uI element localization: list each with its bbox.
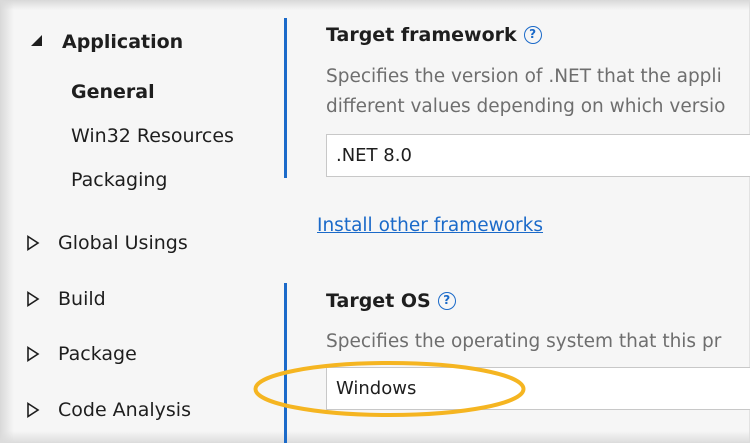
target-os-dropdown[interactable]: Windows [326, 367, 750, 410]
sidebar-item-code-analysis[interactable]: Code Analysis [26, 398, 191, 422]
collapsed-triangle-icon[interactable] [26, 344, 46, 364]
target-framework-description-line2: different values depending on which vers… [326, 96, 726, 117]
install-other-frameworks-link[interactable]: Install other frameworks [317, 214, 543, 238]
help-icon[interactable]: ? [437, 292, 456, 310]
target-os-title: Target OS ? [326, 289, 456, 313]
sidebar-item-general[interactable]: General [71, 80, 155, 104]
sidebar-item-label: Build [58, 288, 106, 310]
collapsed-triangle-icon[interactable] [26, 400, 46, 420]
target-framework-description-line1: Specifies the version of .NET that the a… [326, 66, 722, 87]
sidebar-item-label: Application [62, 31, 184, 53]
section-title-text: Target framework [326, 24, 517, 46]
sidebar-item-label: General [71, 81, 155, 103]
sidebar-item-global-usings[interactable]: Global Usings [26, 231, 188, 255]
sidebar-item-application[interactable]: Application [30, 30, 183, 54]
sidebar-item-label: Code Analysis [58, 399, 191, 421]
section-title-text: Target OS [326, 290, 431, 312]
sidebar-nav: Application General Win32 Resources Pack… [0, 0, 280, 443]
help-icon[interactable]: ? [523, 26, 542, 44]
project-properties-panel: Application General Win32 Resources Pack… [0, 0, 750, 443]
sidebar-item-label: Packaging [71, 169, 168, 191]
dropdown-value: Windows [336, 378, 417, 399]
sidebar-item-win32-resources[interactable]: Win32 Resources [71, 124, 234, 148]
target-os-accent-bar [284, 283, 287, 443]
sidebar-item-build[interactable]: Build [26, 287, 106, 311]
target-framework-title: Target framework ? [326, 23, 542, 47]
collapsed-triangle-icon[interactable] [26, 289, 46, 309]
sidebar-item-package[interactable]: Package [26, 342, 137, 366]
target-framework-accent-bar [284, 18, 287, 178]
sidebar-item-label: Package [58, 343, 137, 365]
target-os-description: Specifies the operating system that this… [326, 331, 722, 352]
sidebar-item-packaging[interactable]: Packaging [71, 168, 167, 192]
target-framework-dropdown[interactable]: .NET 8.0 [326, 134, 750, 177]
expanded-triangle-icon[interactable] [30, 32, 50, 52]
settings-content: Target framework ? Specifies the version… [300, 0, 750, 443]
sidebar-item-label: Global Usings [58, 232, 188, 254]
sidebar-item-label: Win32 Resources [71, 125, 234, 147]
dropdown-value: .NET 8.0 [336, 145, 412, 166]
collapsed-triangle-icon[interactable] [26, 233, 46, 253]
